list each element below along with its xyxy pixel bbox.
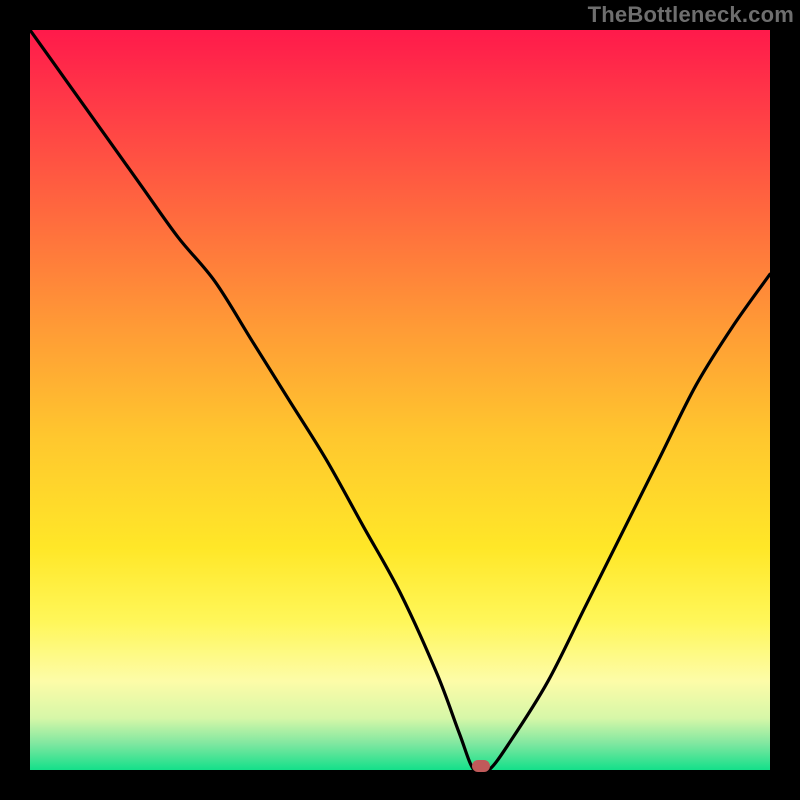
watermark-label: TheBottleneck.com — [588, 2, 794, 28]
chart-plot-area — [30, 30, 770, 770]
optimal-point-marker — [472, 760, 490, 772]
bottleneck-curve — [30, 30, 770, 770]
